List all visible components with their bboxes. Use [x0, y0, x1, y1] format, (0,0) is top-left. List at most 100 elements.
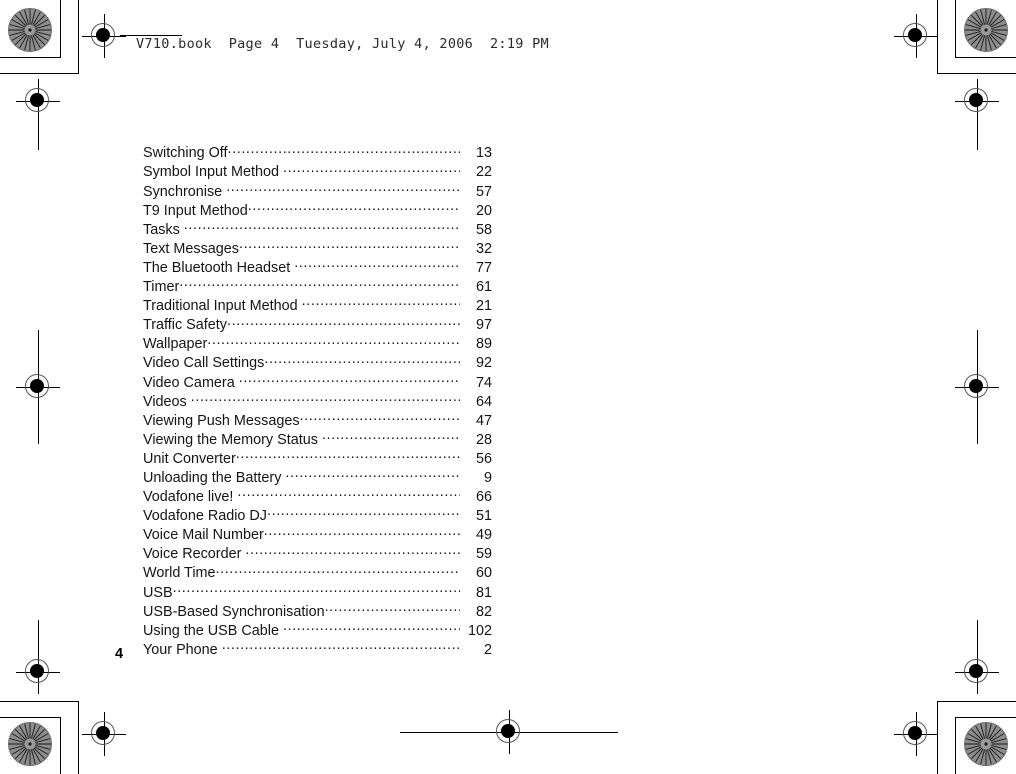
index-entry-title: Video Call Settings: [143, 355, 265, 372]
registration-target-header-left: [82, 14, 126, 58]
index-entry: Wallpaper 89: [143, 334, 492, 353]
index-entry-title: Your Phone: [143, 641, 218, 658]
index-entry: Using the USB Cable 102: [143, 620, 492, 639]
index-entry-page-number: 20: [475, 202, 492, 219]
index-entry: T9 Input Method 20: [143, 200, 492, 219]
index-entry: Traditional Input Method 21: [143, 296, 492, 315]
index-entry-page-number: 60: [475, 565, 492, 582]
index-entry-page-number: 81: [475, 584, 492, 601]
index-entry-page-number: 9: [483, 469, 492, 486]
index-entry: Symbol Input Method 22: [143, 162, 492, 181]
trim-line-bl-horizontal-outer: [0, 717, 61, 718]
index-entry-title: Video Camera: [143, 374, 235, 391]
index-entry-title: Timer: [143, 279, 180, 296]
trim-line-tl-horizontal-outer: [0, 57, 61, 58]
index-entry-page-number: 64: [475, 393, 492, 410]
index-entry-title: Unit Converter: [143, 450, 236, 467]
index-entry-title: Symbol Input Method: [143, 164, 279, 181]
registration-target-left-middle: [16, 365, 60, 409]
index-entry-title: Viewing the Memory Status: [143, 431, 318, 448]
trim-mark-left-vertical-mid2: [38, 404, 39, 444]
trim-line-tl-horizontal-inner: [0, 73, 79, 74]
registration-target-bottom-left: [16, 650, 60, 694]
index-entry-page-number: 97: [475, 317, 492, 334]
index-entry-title: Using the USB Cable: [143, 622, 279, 639]
index-entry: Vodafone live! 66: [143, 487, 492, 506]
index-entry-page-number: 82: [475, 603, 492, 620]
index-entry: Synchronise 57: [143, 181, 492, 200]
index-entry-dot-leader: [245, 544, 460, 558]
index-entry: Tasks 58: [143, 219, 492, 238]
index-entry-page-number: 49: [475, 527, 492, 544]
index-entry-page-number: 58: [475, 221, 492, 238]
index-entry-dot-leader: [227, 315, 460, 329]
index-entry-page-number: 21: [475, 298, 492, 315]
index-entry-dot-leader: [264, 353, 460, 367]
index-entry-dot-leader: [267, 506, 460, 520]
starburst-target-bottom-right: [964, 722, 1008, 766]
starburst-target-top-left: [8, 8, 52, 52]
index-entry-dot-leader: [283, 620, 460, 634]
index-entry-dot-leader: [325, 601, 460, 615]
index-entry: Video Call Settings 92: [143, 353, 492, 372]
trim-line-tl-vertical-outer: [60, 0, 61, 58]
index-entry-title: Voice Mail Number: [143, 527, 264, 544]
index-entry-title: Traditional Input Method: [143, 298, 298, 315]
trim-line-bl-vertical-outer: [60, 717, 61, 774]
index-entry-title: Viewing Push Messages: [143, 412, 300, 429]
index-entry-title: Switching Off: [143, 145, 228, 162]
index-entry-page-number: 59: [475, 546, 492, 563]
index-entry: Timer 61: [143, 277, 492, 296]
index-entry-title: The Bluetooth Headset: [143, 259, 291, 276]
index-entry: Text Messages 32: [143, 238, 492, 257]
index-entry-title: Text Messages: [143, 240, 239, 257]
registration-target-footer-right: [894, 712, 938, 756]
page-number: 4: [115, 646, 124, 662]
index-entry-page-number: 89: [475, 336, 492, 353]
registration-target-right-middle: [955, 365, 999, 409]
index-entry: Unloading the Battery 9: [143, 468, 492, 487]
index-entry: Viewing the Memory Status 28: [143, 429, 492, 448]
index-entry-page-number: 51: [475, 508, 492, 525]
index-entry-title: USB: [143, 584, 173, 601]
registration-target-header-right: [894, 14, 938, 58]
trim-mark-bottom-center-arm-left: [400, 732, 490, 733]
index-entry-page-number: 57: [475, 183, 492, 200]
index-entry-page-number: 74: [475, 374, 492, 391]
index-entry-dot-leader: [285, 468, 460, 482]
index-entry-dot-leader: [264, 525, 460, 539]
trim-line-br-horizontal-inner: [937, 701, 1016, 702]
index-entry-page-number: 77: [475, 259, 492, 276]
trim-line-tr-horizontal-outer: [955, 57, 1016, 58]
index-list: Switching Off13Symbol Input Method22Sync…: [143, 143, 492, 659]
index-entry-dot-leader: [207, 334, 460, 348]
registration-target-top-right: [955, 79, 999, 123]
trim-line-tl-vertical-inner: [78, 0, 79, 74]
index-entry-dot-leader: [222, 639, 460, 653]
trim-line-br-vertical-outer: [955, 717, 956, 774]
index-entry-title: Voice Recorder: [143, 546, 242, 563]
index-entry-title: World Time: [143, 565, 216, 582]
header-file-stamp: V710.book Page 4 Tuesday, July 4, 2006 2…: [136, 36, 549, 52]
trim-line-bl-horizontal-inner: [0, 701, 79, 702]
index-entry-dot-leader: [237, 487, 460, 501]
index-entry: Voice Mail Number 49: [143, 525, 492, 544]
index-entry-dot-leader: [173, 582, 460, 596]
index-entry: Traffic Safety 97: [143, 315, 492, 334]
index-entry-title: Traffic Safety: [143, 317, 227, 334]
index-entry: The Bluetooth Headset 77: [143, 258, 492, 277]
index-entry-dot-leader: [239, 372, 460, 386]
index-entry-title: Unloading the Battery: [143, 469, 282, 486]
starburst-target-bottom-left: [8, 722, 52, 766]
index-entry-dot-leader: [179, 277, 460, 291]
index-entry-dot-leader: [191, 391, 460, 405]
registration-target-bottom-center: [487, 710, 531, 754]
index-entry: Video Camera 74: [143, 372, 492, 391]
registration-target-bottom-right: [955, 650, 999, 694]
trim-line-tr-vertical-outer: [955, 0, 956, 58]
index-entry-title: Synchronise: [143, 183, 223, 200]
index-entry-dot-leader: [283, 162, 460, 176]
index-entry-title: Vodafone Radio DJ: [143, 508, 268, 525]
index-entry-dot-leader: [184, 219, 460, 233]
index-entry: World Time 60: [143, 563, 492, 582]
